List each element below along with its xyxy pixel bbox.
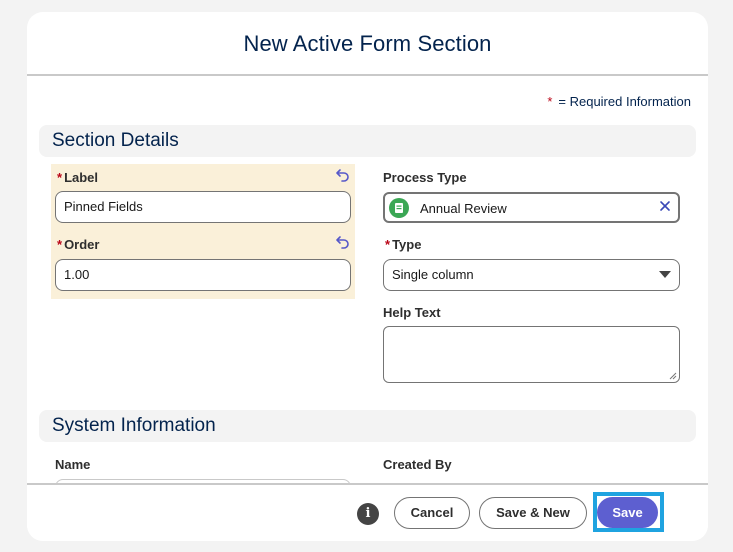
help-text-textarea[interactable] (383, 326, 680, 383)
required-indicator: * (57, 237, 63, 252)
cancel-button[interactable]: Cancel (394, 497, 470, 529)
label-input[interactable]: Pinned Fields (55, 191, 351, 223)
section-title-system: System Information (52, 415, 216, 436)
section-header-details[interactable]: Section Details (39, 125, 696, 157)
type-field-label: * Type (385, 237, 421, 252)
undo-icon[interactable] (335, 167, 351, 183)
modal-title: New Active Form Section (243, 31, 492, 56)
type-field-label-text: Type (392, 237, 422, 252)
label-field-label-text: Label (64, 170, 99, 185)
save-and-new-button[interactable]: Save & New (479, 497, 587, 529)
save-button[interactable]: Save (597, 497, 658, 528)
info-icon[interactable]: i (357, 503, 379, 525)
label-field-label: * Label (57, 170, 98, 185)
record-icon (389, 198, 409, 218)
clear-icon[interactable] (658, 199, 672, 213)
order-input[interactable]: 1.00 (55, 259, 351, 291)
required-indicator: * (57, 170, 63, 185)
process-type-value: Annual Review (420, 201, 507, 216)
process-type-lookup[interactable]: Annual Review (383, 192, 680, 223)
section-title-details: Section Details (52, 130, 179, 151)
undo-icon[interactable] (335, 234, 351, 250)
section-header-system[interactable]: System Information (39, 410, 696, 442)
process-type-label: Process Type (383, 170, 467, 185)
required-information-text: = Required Information (558, 94, 691, 109)
required-star: * (547, 94, 553, 109)
resize-grip-icon[interactable] (669, 372, 677, 380)
order-field-label-text: Order (64, 237, 100, 252)
required-information-legend: * = Required Information (547, 94, 691, 109)
created-by-label: Created By (383, 457, 452, 472)
type-select-value: Single column (392, 267, 474, 282)
required-indicator: * (385, 237, 391, 252)
help-text-label: Help Text (383, 305, 441, 320)
modal-dialog: New Active Form Section * = Required Info… (27, 12, 708, 541)
modal-header: New Active Form Section (27, 12, 708, 76)
order-field-label: * Order (57, 237, 99, 252)
chevron-down-icon (659, 271, 671, 278)
name-field-label: Name (55, 457, 91, 472)
type-select[interactable]: Single column (383, 259, 680, 291)
